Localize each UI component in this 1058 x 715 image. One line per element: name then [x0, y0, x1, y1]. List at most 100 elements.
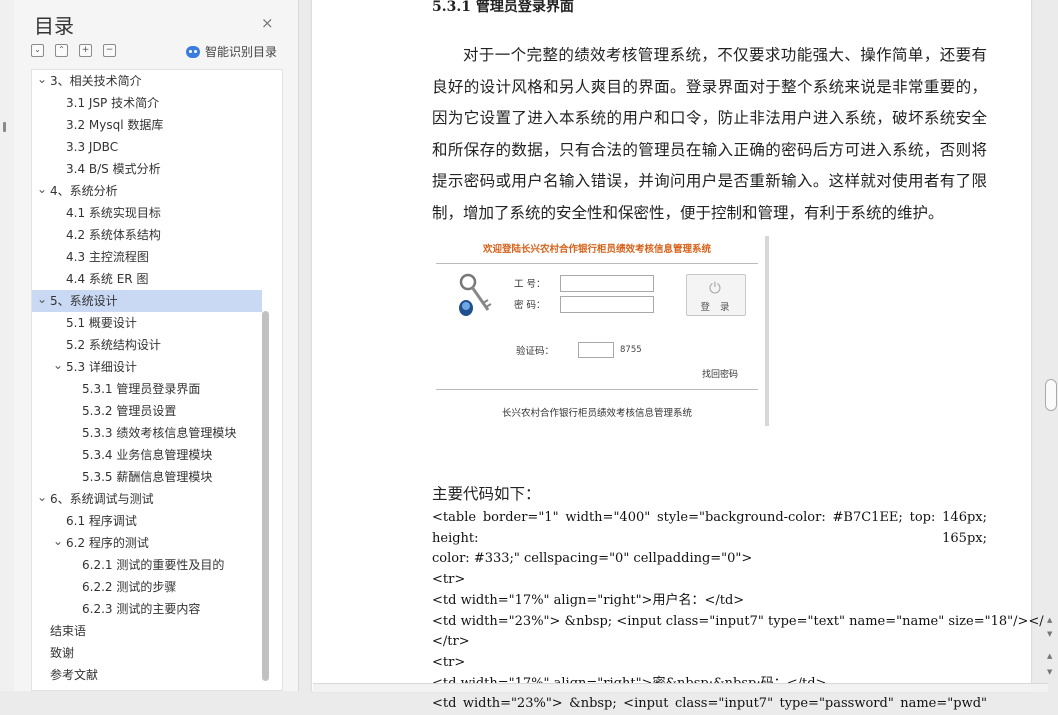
toc-item[interactable]: ⌄ 5、系统设计 — [32, 290, 262, 312]
toc-item[interactable]: 4.2 系统体系结构 — [32, 224, 262, 246]
smart-toc-button[interactable]: 智能识别目录 — [186, 43, 277, 60]
password-label: 密 码： — [514, 300, 546, 311]
toc-item[interactable]: 3.3 JDBC — [32, 136, 262, 158]
username-label: 工 号： — [514, 279, 546, 290]
toc-item[interactable]: 3.1 JSP 技术简介 — [32, 92, 262, 114]
toc-item-label: 6.2 程序的测试 — [66, 536, 149, 550]
toc-item[interactable]: 5.3.2 管理员设置 — [32, 400, 262, 422]
document-page: 5.3.1 管理员登录界面 对于一个完整的绩效考核管理系统，不仅要求功能强大、操… — [312, 0, 1058, 711]
chevron-down-icon[interactable]: ⌄ — [36, 70, 48, 88]
find-password-link[interactable]: 找回密码 — [702, 367, 738, 380]
code-line: <td width="23%"> &nbsp; <input class="in… — [432, 613, 1058, 629]
captcha-label: 验证码： — [516, 346, 555, 357]
toc-item[interactable]: 6.2.3 测试的主要内容 — [32, 598, 262, 620]
add-heading-button[interactable]: + — [79, 44, 92, 57]
login-button-label: 登录 — [700, 302, 740, 313]
key-icon — [456, 272, 496, 326]
toc-item-label: 4、系统分析 — [50, 184, 118, 198]
toc-item[interactable]: 5.3.4 业务信息管理模块 — [32, 444, 262, 466]
toc-item[interactable]: 致谢 — [32, 642, 262, 664]
toc-item[interactable]: 5.3.3 绩效考核信息管理模块 — [32, 422, 262, 444]
toc-item[interactable]: 5.3.1 管理员登录界面 — [32, 378, 262, 400]
toc-item[interactable]: 6.2.1 测试的重要性及目的 — [32, 554, 262, 576]
toc-item-label: 结束语 — [50, 624, 87, 638]
toc-item[interactable]: 4.4 系统 ER 图 — [32, 268, 262, 290]
toc-item[interactable]: 4.1 系统实现目标 — [32, 202, 262, 224]
toc-item[interactable]: 5.1 概要设计 — [32, 312, 262, 334]
toc-item[interactable]: 4.3 主控流程图 — [32, 246, 262, 268]
toc-panel: 目录 × ⌄ ⌃ + − 智能识别目录 ⌄ 3、相关技术简介 3.1 JSP 技术简… — [14, 0, 299, 691]
page-up-icon[interactable]: ▲ — [1047, 652, 1052, 660]
remove-heading-button[interactable]: − — [103, 44, 116, 57]
collapse-all-button[interactable]: ⌄ — [31, 44, 44, 57]
toc-item-label: 6.2.1 测试的重要性及目的 — [82, 558, 225, 572]
login-title: 欢迎登陆长兴农村合作银行柜员绩效考核信息管理系统 — [482, 244, 711, 255]
code-heading: 主要代码如下： — [432, 485, 541, 503]
username-input[interactable] — [560, 275, 654, 292]
toc-item-label: 5.3.5 薪酬信息管理模块 — [82, 470, 213, 484]
vertical-scrollbar[interactable]: ▲ ▼ ▲ ▼ — [1044, 0, 1058, 691]
code-line: color: #333;" cellspacing="0" cellpaddin… — [432, 551, 753, 567]
toc-item[interactable]: ⌄ 4、系统分析 — [32, 180, 262, 202]
toc-item-label: 3.2 Mysql 数据库 — [66, 118, 164, 132]
captcha-code: 8755 — [620, 345, 642, 355]
code-line: <tr> — [432, 572, 466, 588]
close-icon[interactable]: × — [261, 14, 274, 32]
smart-toc-label: 智能识别目录 — [205, 45, 278, 59]
divider — [436, 389, 758, 390]
image-shadow — [765, 236, 769, 426]
toc-item-label: 3.4 B/S 模式分析 — [66, 162, 161, 176]
login-screenshot: 欢迎登陆长兴农村合作银行柜员绩效考核信息管理系统 工 号： 密 码： ⏻ 登录 — [432, 236, 770, 426]
toc-item-label: 5.3.2 管理员设置 — [82, 404, 177, 418]
chevron-down-icon[interactable]: ⌄ — [52, 532, 64, 550]
toc-item[interactable]: 5.2 系统结构设计 — [32, 334, 262, 356]
toc-item[interactable]: ⌄ 5.3 详细设计 — [32, 356, 262, 378]
robot-icon — [186, 45, 200, 58]
section-heading: 5.3.1 管理员登录界面 — [432, 0, 574, 15]
toc-item[interactable]: 3.4 B/S 模式分析 — [32, 158, 262, 180]
chevron-down-icon[interactable]: ⌄ — [36, 290, 48, 308]
toc-item-label: 5.3.1 管理员登录界面 — [82, 382, 201, 396]
page-down-icon[interactable]: ▼ — [1047, 668, 1052, 676]
document-area: 5.3.1 管理员登录界面 对于一个完整的绩效考核管理系统，不仅要求功能强大、操… — [299, 0, 1058, 711]
edge-marker — [3, 122, 6, 132]
toc-item-label: 6、系统调试与测试 — [50, 492, 154, 506]
divider — [436, 263, 758, 264]
password-input[interactable] — [560, 296, 654, 313]
login-button[interactable]: ⏻ 登录 — [686, 274, 746, 316]
toc-item-label: 4.3 主控流程图 — [66, 250, 149, 264]
toc-item-label: 6.2.3 测试的主要内容 — [82, 602, 201, 616]
toc-item[interactable]: 5.3.5 薪酬信息管理模块 — [32, 466, 262, 488]
toc-item[interactable]: ⌄ 3、相关技术简介 — [32, 70, 262, 92]
code-line: <table border="1" width="400" style="bac… — [432, 510, 987, 546]
toc-item-label: 3.1 JSP 技术简介 — [66, 96, 160, 110]
code-line: <td width="17%" align="right">用户名：</td> — [432, 592, 745, 608]
toc-item[interactable]: 6.1 程序调试 — [32, 510, 262, 532]
toc-item[interactable]: 参考文献 — [32, 664, 262, 686]
scroll-down-icon[interactable]: ▼ — [1047, 630, 1052, 638]
chevron-down-icon: ⌄ — [34, 45, 41, 54]
toc-item-label: 6.1 程序调试 — [66, 514, 137, 528]
power-icon: ⏻ — [709, 279, 721, 297]
toc-scrollbar-thumb[interactable] — [262, 311, 269, 681]
toc-item-label: 4.4 系统 ER 图 — [66, 272, 149, 286]
toc-item-label: 5.3.4 业务信息管理模块 — [82, 448, 213, 462]
scroll-up-icon[interactable]: ▲ — [1047, 616, 1052, 624]
toc-item[interactable]: 3.2 Mysql 数据库 — [32, 114, 262, 136]
vertical-scrollbar-thumb[interactable] — [1045, 379, 1057, 411]
chevron-down-icon[interactable]: ⌄ — [52, 356, 64, 374]
toc-item[interactable]: ⌄ 6.2 程序的测试 — [32, 532, 262, 554]
code-line: <td width="23%"> &nbsp; <input class="in… — [432, 696, 987, 712]
toc-item-label: 参考文献 — [50, 668, 99, 682]
login-footer: 长兴农村合作银行柜员绩效考核信息管理系统 — [501, 408, 692, 419]
toc-item[interactable]: 6.2.2 测试的步骤 — [32, 576, 262, 598]
chevron-down-icon[interactable]: ⌄ — [36, 180, 48, 198]
captcha-input[interactable] — [578, 342, 614, 358]
code-line: </tr> — [432, 634, 470, 650]
chevron-down-icon[interactable]: ⌄ — [36, 488, 48, 506]
plus-icon: + — [81, 45, 90, 55]
expand-up-button[interactable]: ⌃ — [55, 44, 68, 57]
toc-item[interactable]: 结束语 — [32, 620, 262, 642]
toc-item[interactable]: ⌄ 6、系统调试与测试 — [32, 488, 262, 510]
toc-item-label: 6.2.2 测试的步骤 — [82, 580, 177, 594]
